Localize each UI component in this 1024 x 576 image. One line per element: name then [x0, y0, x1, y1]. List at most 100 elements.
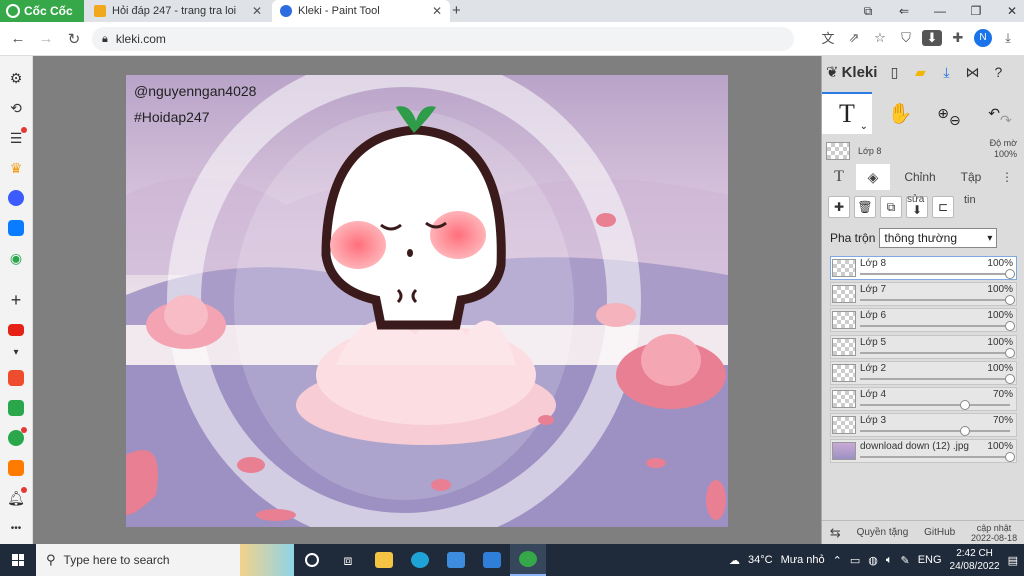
layer-opacity-slider[interactable]	[860, 430, 1010, 433]
notes-icon[interactable]: ☰	[6, 127, 27, 148]
network-icon[interactable]: ◍	[868, 554, 878, 567]
merge-layer-button[interactable]: sửa ⬇	[906, 194, 928, 218]
reload-button[interactable]: ↻	[60, 30, 88, 48]
coccoc-brand-button[interactable]: Cốc Cốc	[0, 0, 84, 22]
tab-hoidap247[interactable]: Hỏi đáp 247 - trang tra loi ✕	[86, 0, 270, 22]
drawing-canvas[interactable]: @nguyenngan4028 #Hoidap247	[126, 75, 728, 527]
slider-handle[interactable]	[960, 426, 970, 437]
game-app-icon[interactable]	[6, 398, 26, 418]
undo-icon[interactable]: ↶	[988, 105, 1000, 122]
language-indicator[interactable]: ENG	[918, 554, 942, 566]
new-tab-button[interactable]: +	[452, 2, 461, 19]
add-icon[interactable]: +	[6, 290, 26, 310]
weather-temp[interactable]: 34°C	[748, 554, 773, 566]
coccoc-taskbar-icon[interactable]	[510, 544, 546, 576]
slider-handle[interactable]	[1005, 321, 1015, 332]
slider-handle[interactable]	[1005, 295, 1015, 306]
mail-icon[interactable]	[474, 544, 510, 576]
hand-tool-button[interactable]: ✋	[880, 92, 920, 134]
add-layer-button[interactable]: ✚	[828, 196, 850, 218]
pen-icon[interactable]: ✎	[900, 554, 909, 567]
privacy-link[interactable]: Quyền tặng	[857, 527, 909, 538]
translate-icon[interactable]: 文	[818, 28, 838, 47]
profile-avatar[interactable]: N	[974, 28, 992, 47]
sidebar-toggle-icon[interactable]: ⇐	[886, 4, 922, 18]
help-icon[interactable]: ?	[989, 64, 1007, 80]
weather-icon[interactable]: ☁	[729, 554, 740, 567]
tab-search-icon[interactable]: ⧉	[850, 4, 886, 19]
github-link[interactable]: GitHub	[924, 527, 955, 538]
layer-opacity-slider[interactable]	[860, 351, 1010, 354]
open-folder-icon[interactable]: ▰	[911, 64, 929, 81]
duplicate-layer-button[interactable]: ⧉	[880, 196, 902, 218]
edge-icon[interactable]	[402, 544, 438, 576]
store-icon[interactable]	[438, 544, 474, 576]
layer-row[interactable]: Lớp 6 100%	[830, 308, 1017, 333]
close-window-button[interactable]: ✕	[994, 4, 1024, 18]
undo-redo-buttons[interactable]: ↶ ↷	[978, 92, 1022, 134]
layer-opacity-slider[interactable]	[860, 299, 1010, 302]
bell-icon[interactable]: 🔔︎	[6, 487, 27, 508]
start-button[interactable]	[0, 544, 36, 576]
slider-handle[interactable]	[960, 399, 970, 410]
layer-row[interactable]: Lớp 3 70%	[830, 413, 1017, 438]
layer-row[interactable]: Lớp 7 100%	[830, 282, 1017, 307]
tab-kleki[interactable]: Kleki - Paint Tool ✕	[272, 0, 450, 22]
file-explorer-icon[interactable]	[366, 544, 402, 576]
download-box-icon[interactable]: ⬇	[922, 29, 942, 46]
crown-icon[interactable]: ♛	[6, 158, 26, 178]
battery-icon[interactable]: ▭	[850, 554, 860, 567]
canvas-workarea[interactable]: @nguyenngan4028 #Hoidap247	[33, 56, 821, 544]
layer-opacity-slider[interactable]	[860, 403, 1010, 406]
layer-row[interactable]: Lớp 8 100%	[830, 256, 1017, 280]
star-icon[interactable]: ☆	[870, 30, 890, 46]
slider-handle[interactable]	[1005, 269, 1015, 279]
address-bar[interactable]: 🔒︎ kleki.com	[92, 27, 794, 51]
download-icon[interactable]: ⤓	[937, 64, 955, 81]
notification-icon[interactable]: ▤	[1008, 554, 1018, 567]
tab-text[interactable]: T	[822, 164, 856, 190]
download-icon[interactable]: ⤓	[998, 30, 1018, 46]
maps-icon[interactable]	[6, 427, 27, 448]
tab-adjust[interactable]: Chỉnh	[890, 164, 950, 190]
settings-icon[interactable]: ⚙	[6, 68, 26, 88]
minimize-button[interactable]: —	[922, 4, 958, 18]
redo-icon[interactable]: ↷	[1000, 112, 1012, 129]
close-icon[interactable]: ✕	[432, 4, 442, 18]
volume-icon[interactable]: 🔈︎	[886, 554, 893, 567]
tray-chevron-icon[interactable]: ⌃	[833, 554, 842, 567]
slider-handle[interactable]	[1005, 452, 1015, 463]
more-options-icon[interactable]: ⋮	[992, 164, 1022, 190]
layer-opacity-slider[interactable]	[860, 377, 1010, 380]
shop-icon[interactable]	[6, 458, 26, 478]
back-button[interactable]: ←	[4, 30, 32, 47]
taskbar-search[interactable]: ⚲ Type here to search	[36, 544, 294, 576]
close-icon[interactable]: ✕	[252, 4, 262, 18]
layer-opacity-slider[interactable]	[860, 456, 1010, 459]
layer-opacity-slider[interactable]	[860, 273, 1010, 275]
lock-icon[interactable]: 🔒︎	[102, 33, 108, 46]
layer-row[interactable]: Lớp 4 70%	[830, 386, 1017, 411]
zoom-in-icon[interactable]: ⊕	[937, 105, 949, 122]
weather-desc[interactable]: Mưa nhỏ	[781, 554, 825, 566]
layer-row[interactable]: download down (12) .jpg 100%	[830, 439, 1017, 464]
chevron-down-icon[interactable]: ▾	[6, 342, 26, 362]
task-view-icon[interactable]: ⧈	[330, 544, 366, 576]
swap-icon[interactable]: ⇆	[830, 525, 841, 541]
rename-layer-button[interactable]: ⊏	[932, 196, 954, 218]
clock[interactable]: 2:42 CH 24/08/2022	[950, 547, 1000, 573]
maximize-button[interactable]: ❐	[958, 4, 994, 18]
shield-icon[interactable]: ⛉	[896, 30, 916, 46]
more-icon[interactable]: •••	[6, 518, 26, 538]
tab-file[interactable]: Tập	[950, 164, 992, 190]
zoom-buttons[interactable]: ⊕ ⊖	[926, 92, 972, 134]
slider-handle[interactable]	[1005, 347, 1015, 358]
layer-row[interactable]: Lớp 5 100%	[830, 334, 1017, 359]
youtube-icon[interactable]	[6, 320, 26, 340]
new-file-icon[interactable]: ▯	[885, 64, 903, 81]
extensions-icon[interactable]: ✚	[948, 30, 968, 46]
layer-row[interactable]: Lớp 2 100%	[830, 360, 1017, 385]
share-icon[interactable]: ⇗	[844, 30, 864, 46]
blend-mode-select[interactable]: thông thường ▾	[879, 228, 998, 248]
forward-button[interactable]: →	[32, 30, 60, 47]
